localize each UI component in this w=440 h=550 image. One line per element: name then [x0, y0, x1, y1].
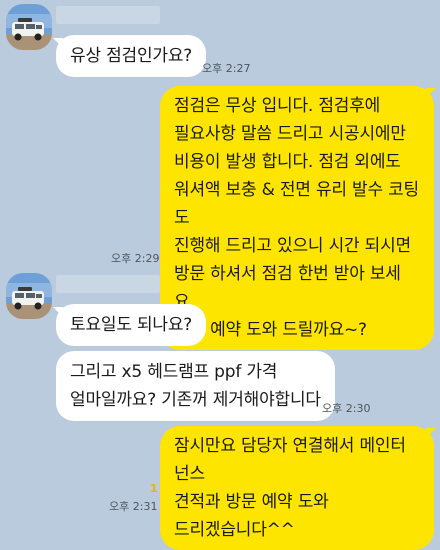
message-time: 오후 2:29	[111, 252, 160, 265]
message-bubble-incoming[interactable]: 유상 점검인가요?	[56, 35, 207, 77]
unread-count: 1	[150, 482, 158, 495]
message-time: 오후 2:30	[322, 402, 371, 415]
message-time: 오후 2:31	[109, 500, 158, 513]
avatar[interactable]	[6, 4, 52, 50]
message-bubble-incoming[interactable]: 그리고 x5 헤드램프 ppf 가격 얼마일까요? 기존꺼 제거해야합니다	[56, 351, 335, 421]
avatar-car-photo-icon	[6, 4, 52, 50]
sender-name-redacted	[56, 6, 160, 24]
avatar-car-photo-icon	[6, 273, 52, 319]
avatar[interactable]	[6, 273, 52, 319]
message-time: 오후 2:27	[202, 62, 251, 75]
message-bubble-incoming[interactable]: 토요일도 되나요?	[56, 304, 207, 346]
sender-name-redacted	[56, 275, 160, 293]
message-bubble-outgoing[interactable]: 잠시만요 담당자 연결해서 메인터넌스 견적과 방문 예약 도와 드리겠습니다^…	[160, 426, 434, 550]
